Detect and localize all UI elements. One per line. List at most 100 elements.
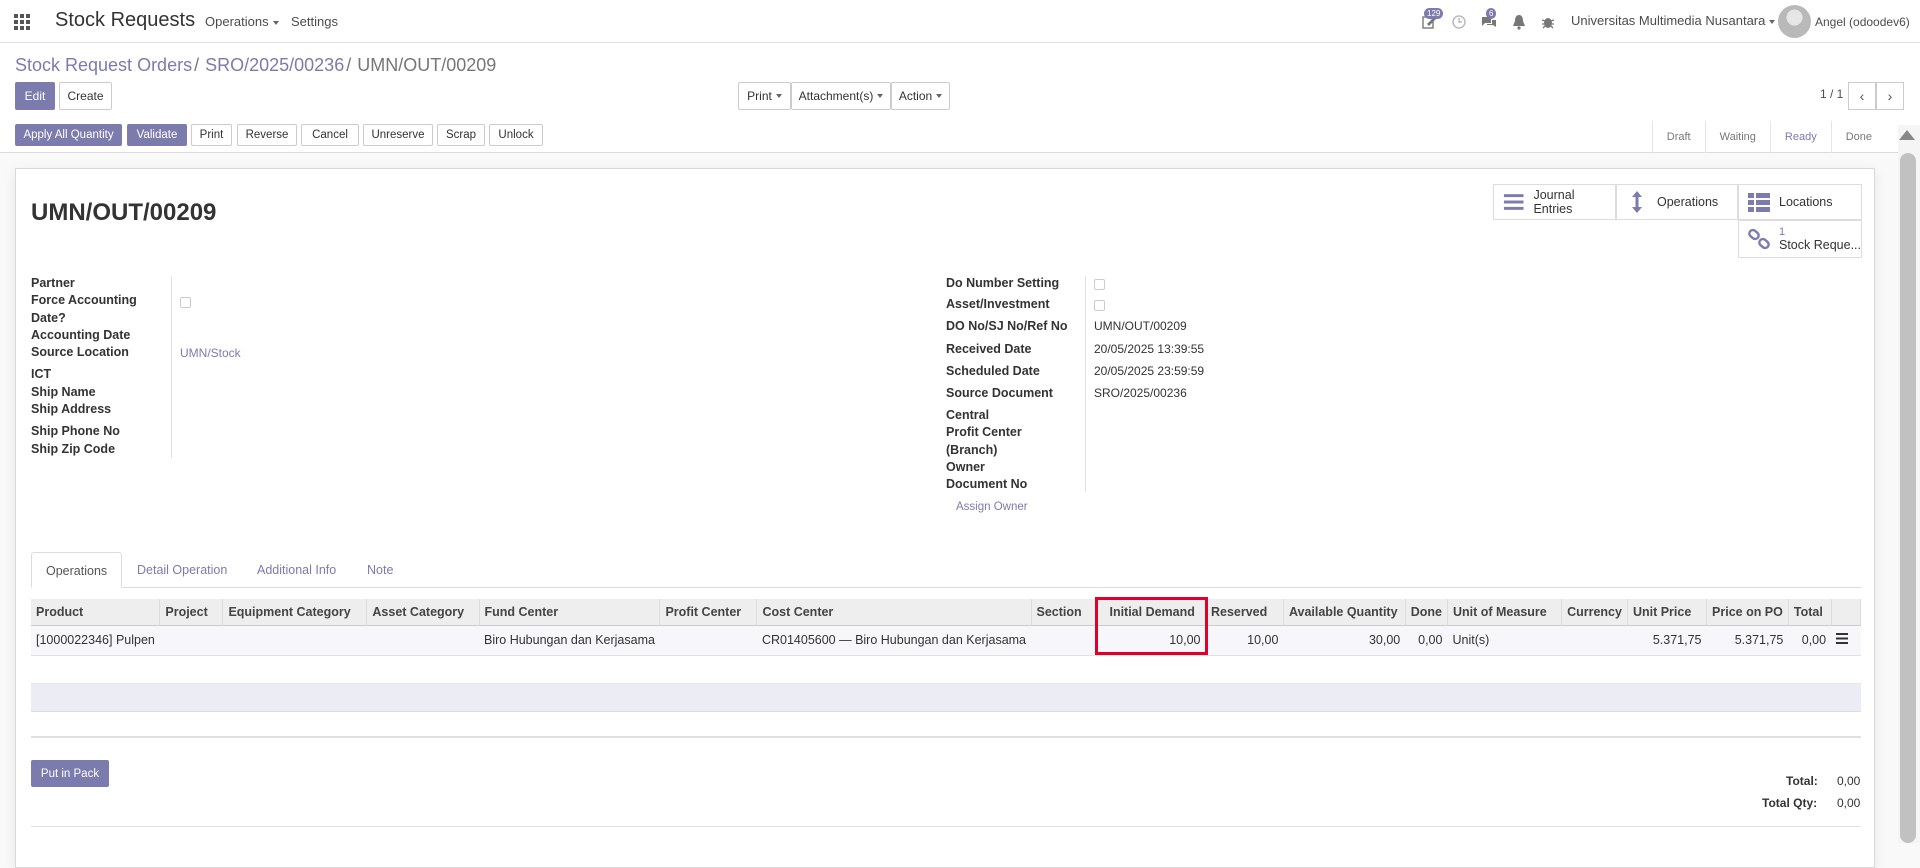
- column-header[interactable]: Equipment Category: [222, 599, 368, 626]
- force-accounting-checkbox[interactable]: [180, 297, 191, 308]
- put-in-pack-button[interactable]: Put in Pack: [31, 760, 109, 787]
- asset-investment-checkbox[interactable]: [1094, 300, 1105, 311]
- cell-available-quantity[interactable]: 30,00: [1283, 625, 1406, 656]
- bug-icon[interactable]: [1540, 14, 1556, 30]
- ict-label: ICT: [31, 367, 52, 381]
- messages-icon[interactable]: 6: [1481, 8, 1497, 30]
- operations-table: Product Project Equipment Category Asset…: [31, 599, 1862, 656]
- central-label: Central: [946, 408, 990, 422]
- menu-settings[interactable]: Settings: [291, 14, 338, 29]
- tab-operations[interactable]: Operations: [31, 552, 123, 588]
- source-location-link[interactable]: UMN/Stock: [180, 346, 241, 360]
- action-label: Action: [898, 89, 933, 103]
- locations-button[interactable]: Locations: [1738, 184, 1862, 220]
- owner-label: Owner: [946, 460, 985, 474]
- received-date-value: 20/05/2025 13:39:55: [1094, 342, 1205, 356]
- scrollbar-thumb[interactable]: [1900, 153, 1916, 843]
- pager-previous-button[interactable]: ‹: [1848, 82, 1876, 110]
- edit-button[interactable]: Edit: [15, 82, 55, 110]
- cell-asset-category[interactable]: [366, 625, 479, 656]
- total-qty-value: 0,00: [1837, 796, 1861, 810]
- status-stage-done[interactable]: Done: [1830, 121, 1886, 153]
- company-switcher[interactable]: Universitas Multimedia Nusantara: [1571, 13, 1776, 28]
- row-detail-button[interactable]: [1831, 625, 1861, 656]
- cell-unit-of-measure[interactable]: Unit(s): [1447, 625, 1562, 656]
- user-name[interactable]: Angel (odoodev6): [1815, 15, 1910, 29]
- cell-currency[interactable]: [1561, 625, 1628, 656]
- menu-operations-label: Operations: [205, 14, 269, 29]
- cell-done[interactable]: 0,00: [1405, 625, 1448, 656]
- pager-value[interactable]: 1 / 1: [1820, 87, 1843, 101]
- tab-additional-info[interactable]: Additional Info: [243, 552, 350, 588]
- create-button[interactable]: Create: [59, 82, 112, 110]
- breadcrumb-sro[interactable]: SRO/2025/00236: [205, 55, 344, 75]
- action-dropdown[interactable]: Action: [891, 82, 950, 110]
- apps-menu-icon[interactable]: [14, 14, 30, 30]
- column-header[interactable]: Reserved: [1205, 599, 1284, 626]
- column-header[interactable]: Project: [159, 599, 224, 626]
- bell-icon[interactable]: [1511, 14, 1527, 30]
- reverse-button[interactable]: Reverse: [237, 124, 297, 146]
- print-button[interactable]: Print: [191, 124, 232, 146]
- tab-note[interactable]: Note: [353, 552, 407, 588]
- column-header[interactable]: Cost Center: [756, 599, 1032, 626]
- unreserve-button[interactable]: Unreserve: [363, 124, 433, 146]
- column-header[interactable]: Currency: [1561, 599, 1628, 626]
- print-dropdown[interactable]: Print: [738, 82, 791, 110]
- clock-icon[interactable]: [1451, 14, 1467, 30]
- pager-next-button[interactable]: ›: [1876, 82, 1904, 110]
- column-header[interactable]: Product: [31, 599, 161, 626]
- column-header[interactable]: Done: [1405, 599, 1448, 626]
- cell-project[interactable]: [159, 625, 223, 656]
- chevron-right-icon: ›: [1887, 88, 1893, 104]
- status-bar: Draft Waiting Ready Done: [1651, 121, 1886, 153]
- breadcrumb-stock-request-orders[interactable]: Stock Request Orders: [15, 55, 192, 75]
- status-stage-ready[interactable]: Ready: [1769, 121, 1831, 153]
- user-avatar[interactable]: [1778, 5, 1811, 38]
- column-header[interactable]: Section: [1031, 599, 1099, 626]
- column-header[interactable]: Profit Center: [659, 599, 758, 626]
- column-header[interactable]: Unit of Measure: [1447, 599, 1563, 626]
- scroll-up-icon[interactable]: [1899, 130, 1915, 140]
- cell-fund-center[interactable]: Biro Hubungan dan Kerjasama: [479, 625, 660, 656]
- tab-detail-operation[interactable]: Detail Operation: [123, 552, 241, 588]
- column-header[interactable]: Available Quantity: [1283, 599, 1406, 626]
- ship-name-label: Ship Name: [31, 385, 96, 399]
- menu-operations[interactable]: Operations: [205, 14, 279, 29]
- scrap-button[interactable]: Scrap: [437, 124, 485, 146]
- attachments-dropdown[interactable]: Attachment(s): [791, 82, 891, 110]
- caret-down-icon: [877, 94, 884, 98]
- cell-unit-price[interactable]: 5.371,75: [1627, 625, 1707, 656]
- apply-all-quantity-button[interactable]: Apply All Quantity: [15, 124, 122, 146]
- validate-button[interactable]: Validate: [127, 124, 187, 146]
- cell-cost-center[interactable]: CR01405600 — Biro Hubungan dan Kerjasama: [756, 625, 1032, 656]
- operations-smart-button[interactable]: Operations: [1616, 184, 1738, 220]
- cell-price-on-po[interactable]: 5.371,75: [1706, 625, 1789, 656]
- source-document-label: Source Document: [946, 386, 1053, 400]
- column-header[interactable]: Fund Center: [479, 599, 661, 626]
- cell-reserved[interactable]: 10,00: [1205, 625, 1284, 656]
- assign-owner-button[interactable]: Assign Owner: [956, 501, 1028, 513]
- app-title[interactable]: Stock Requests: [55, 9, 195, 32]
- status-stage-draft[interactable]: Draft: [1651, 121, 1705, 153]
- cell-total[interactable]: 0,00: [1788, 625, 1832, 656]
- journal-entries-button[interactable]: Journal Entries: [1493, 184, 1616, 220]
- cell-profit-center[interactable]: [659, 625, 757, 656]
- do-number-setting-checkbox[interactable]: [1094, 279, 1105, 290]
- stock-requests-button[interactable]: 1 Stock Reque...: [1738, 220, 1862, 258]
- unlock-button[interactable]: Unlock: [489, 124, 543, 146]
- column-header[interactable]: Asset Category: [366, 599, 480, 626]
- cell-equipment-category[interactable]: [222, 625, 367, 656]
- cell-section[interactable]: [1031, 625, 1098, 656]
- cancel-button[interactable]: Cancel: [301, 124, 359, 146]
- column-header[interactable]: Unit Price: [1627, 599, 1708, 626]
- force-accounting-label-2: Date?: [31, 311, 66, 325]
- table-row[interactable]: [1000022346] Pulpen Biro Hubungan dan Ke…: [31, 625, 1861, 656]
- cell-product[interactable]: [1000022346] Pulpen: [31, 625, 160, 656]
- activity-edit-icon[interactable]: 129: [1421, 8, 1444, 30]
- highlight-initial-demand: [1095, 597, 1208, 655]
- form-sheet: [15, 168, 1875, 868]
- column-header[interactable]: Price on PO: [1706, 599, 1789, 626]
- status-stage-waiting[interactable]: Waiting: [1704, 121, 1770, 153]
- column-header[interactable]: Total: [1788, 599, 1832, 626]
